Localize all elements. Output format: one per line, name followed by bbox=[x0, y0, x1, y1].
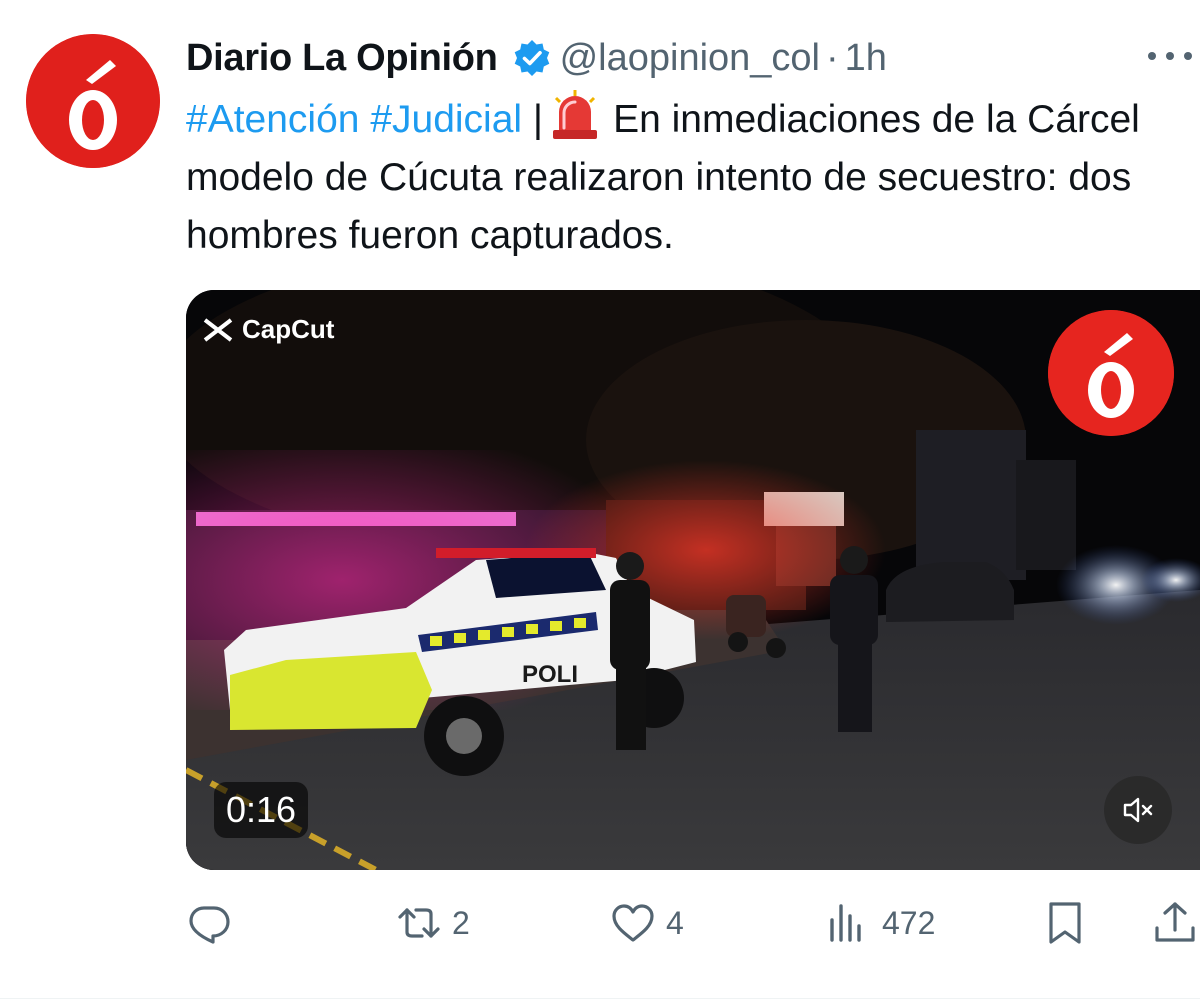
divider bbox=[0, 998, 1200, 999]
la-opinion-logo bbox=[26, 34, 160, 168]
hashtag-judicial[interactable]: #Judicial bbox=[370, 98, 522, 141]
more-options-icon[interactable] bbox=[1148, 44, 1192, 68]
author-handle[interactable]: @laopinion_col bbox=[560, 37, 820, 80]
view-count: 472 bbox=[882, 904, 936, 941]
views-button[interactable]: 472 bbox=[826, 896, 935, 950]
avatar[interactable] bbox=[26, 34, 160, 168]
siren-icon bbox=[553, 90, 598, 139]
bookmark-button[interactable] bbox=[1042, 896, 1088, 950]
separator-dot: · bbox=[826, 36, 839, 79]
like-button[interactable]: 4 bbox=[610, 896, 684, 950]
tweet-text: #Atención #Judicial | En inmediaciones d… bbox=[186, 90, 1186, 265]
heart-icon bbox=[612, 904, 654, 942]
views-chart-icon bbox=[830, 904, 861, 942]
capcut-label: CapCut bbox=[242, 314, 335, 344]
retweet-count: 2 bbox=[452, 904, 470, 941]
pipe-separator: | bbox=[532, 98, 544, 141]
like-count: 4 bbox=[666, 904, 684, 941]
verified-badge-icon bbox=[514, 40, 549, 76]
display-name[interactable]: Diario La Opinión bbox=[186, 37, 498, 80]
reply-button[interactable] bbox=[186, 896, 242, 950]
timestamp[interactable]: 1h bbox=[845, 37, 887, 80]
video-duration: 0:16 bbox=[214, 782, 309, 838]
reply-icon bbox=[189, 906, 230, 944]
volume-muted-icon bbox=[1123, 797, 1153, 823]
la-opinion-watermark bbox=[1048, 310, 1174, 436]
vehicle-text: POLI bbox=[522, 661, 578, 688]
la-opinion-logo bbox=[1048, 310, 1174, 436]
capcut-icon bbox=[203, 317, 233, 342]
mute-button[interactable] bbox=[1104, 776, 1172, 844]
tweet-header: Diario La Opinión @laopinion_col · 1h bbox=[186, 34, 1200, 82]
retweet-button[interactable]: 2 bbox=[396, 896, 470, 950]
video-player[interactable]: POLI CapCut 0:16 bbox=[186, 290, 1200, 870]
capcut-watermark: CapCut bbox=[202, 314, 334, 345]
bookmark-icon bbox=[1049, 902, 1081, 944]
share-button[interactable] bbox=[1152, 896, 1198, 950]
share-icon bbox=[1155, 902, 1195, 942]
action-bar: 2 4 472 bbox=[186, 896, 1200, 950]
retweet-icon bbox=[398, 908, 440, 938]
hashtag-atencion[interactable]: #Atención bbox=[186, 98, 359, 141]
